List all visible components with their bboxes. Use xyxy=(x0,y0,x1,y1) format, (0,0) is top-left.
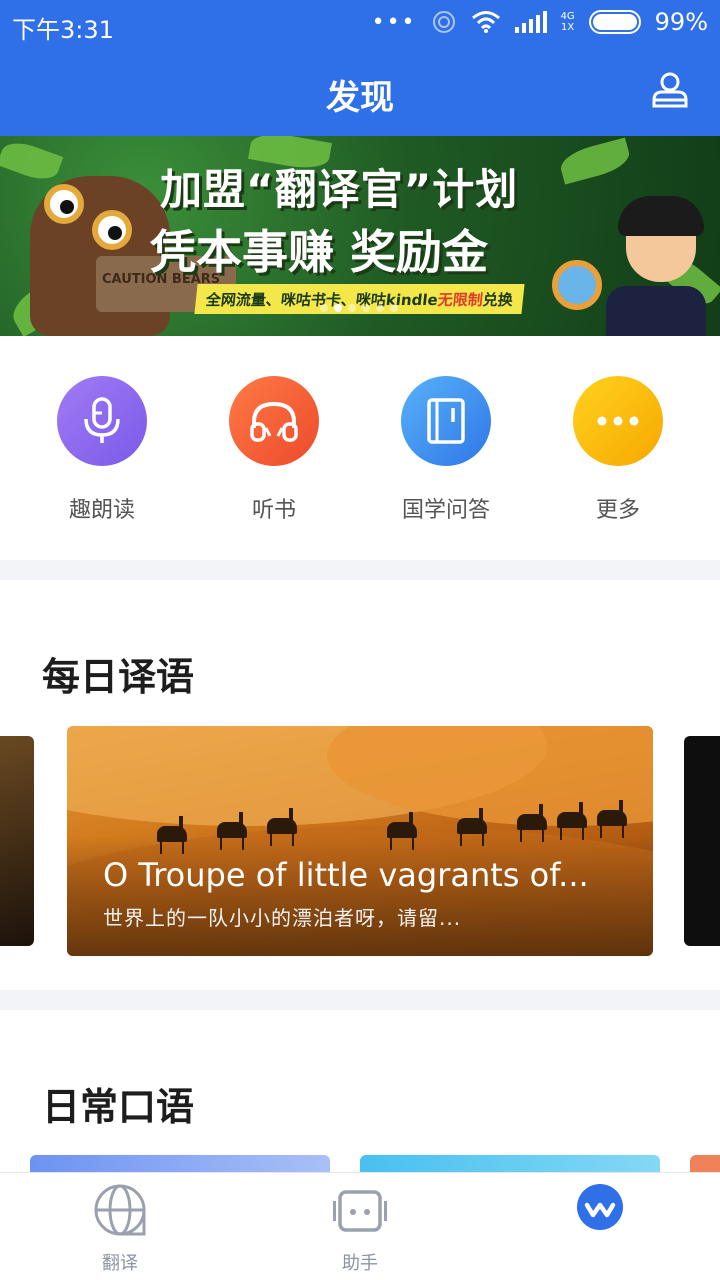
promo-banner[interactable]: CAUTION BEARS 加盟“翻译官”计划 凭本事赚 奖励金 全网流量、咪咕… xyxy=(0,136,720,336)
discover-icon xyxy=(577,1184,623,1230)
indicator-dot xyxy=(334,304,342,312)
feature-label: 更多 xyxy=(595,498,640,523)
status-time: 下午3:31 xyxy=(12,16,114,44)
feature-read-aloud[interactable]: 趣朗读 xyxy=(16,376,188,524)
network-bottom: 1X xyxy=(560,22,575,33)
indicator-dot xyxy=(348,304,356,312)
tab-translate[interactable]: 翻译 xyxy=(0,1173,240,1280)
tab-discover[interactable] xyxy=(480,1173,720,1280)
microphone-icon xyxy=(57,376,147,466)
person-illustration xyxy=(606,196,706,336)
book-icon xyxy=(401,376,491,466)
network-top: 4G xyxy=(560,11,575,22)
feature-grid: 趣朗读 听书 国学问答 更多 xyxy=(0,336,720,560)
section-title: 日常口语 xyxy=(42,1085,195,1129)
banner-indicator xyxy=(320,304,398,312)
hotspot-icon xyxy=(432,11,455,33)
feature-label: 国学问答 xyxy=(401,498,490,523)
status-icons: ••• 4G 1X 99% xyxy=(372,8,708,36)
daily-spoken-section: 日常口语 xyxy=(0,1010,720,1180)
feature-classics-qa[interactable]: 国学问答 xyxy=(360,376,532,524)
robot-icon xyxy=(333,1190,387,1232)
section-title: 每日译语 xyxy=(42,655,195,699)
indicator-dot xyxy=(390,304,398,312)
magnifier-illustration xyxy=(552,260,602,310)
battery-icon xyxy=(588,10,641,34)
tab-label: 助手 xyxy=(342,1253,378,1274)
banner-subheadline: 凭本事赚 奖励金 xyxy=(150,225,489,279)
feature-more[interactable]: 更多 xyxy=(532,376,704,524)
banner-strip-suffix: 兑换 xyxy=(481,291,514,309)
wifi-icon xyxy=(471,11,500,33)
indicator-dot xyxy=(376,304,384,312)
more-icon xyxy=(573,376,663,466)
feature-label: 趣朗读 xyxy=(68,498,135,523)
quote-card[interactable]: O Troupe of little vagrants of... 世界上的一队… xyxy=(67,726,653,956)
banner-strip-highlight: 无限制 xyxy=(436,291,484,309)
feature-audiobook[interactable]: 听书 xyxy=(188,376,360,524)
page-title: 发现 xyxy=(326,78,394,118)
network-type: 4G 1X xyxy=(561,11,575,33)
indicator-dot xyxy=(362,304,370,312)
status-bar: 下午3:31 ••• 4G 1X 99% xyxy=(0,0,720,50)
daily-quote-section: 每日译语 O Troupe of little vagrants of... 世… xyxy=(0,580,720,990)
feature-label: 听书 xyxy=(251,498,296,523)
battery-level: 99% xyxy=(654,8,708,36)
tab-label: 翻译 xyxy=(102,1253,138,1274)
next-quote-card[interactable] xyxy=(684,736,720,946)
headphones-icon xyxy=(229,376,319,466)
indicator-dot xyxy=(320,304,328,312)
quote-chinese: 世界上的一队小小的漂泊者呀，请留... xyxy=(103,906,462,930)
quote-english: O Troupe of little vagrants of... xyxy=(103,856,589,894)
user-icon[interactable] xyxy=(650,70,690,110)
signal-icon xyxy=(514,11,547,33)
globe-icon xyxy=(94,1184,146,1236)
tab-assistant[interactable]: 助手 xyxy=(240,1173,480,1280)
bottom-tab-bar: 翻译 助手 xyxy=(0,1172,720,1280)
top-bar: 下午3:31 ••• 4G 1X 99% 发现 xyxy=(0,0,720,136)
status-dots: ••• xyxy=(371,9,417,35)
banner-headline: 加盟“翻译官”计划 xyxy=(160,165,519,214)
prev-quote-card[interactable] xyxy=(0,736,34,946)
